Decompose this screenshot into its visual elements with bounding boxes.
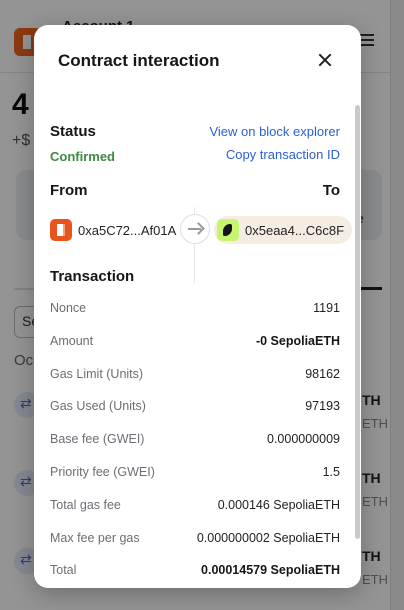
total-label: Total bbox=[50, 563, 77, 577]
nonce-value: 1191 bbox=[313, 301, 340, 315]
gas-used-label: Gas Used (Units) bbox=[50, 399, 146, 413]
base-fee-label: Base fee (GWEI) bbox=[50, 432, 145, 446]
total-gas-fee-value: 0.000146 SepoliaETH bbox=[217, 498, 340, 512]
amount-label: Amount bbox=[50, 334, 94, 348]
from-address: 0xa5C72...Af01A bbox=[78, 222, 177, 238]
max-fee-value: 0.000000002 SepoliaETH bbox=[196, 531, 340, 545]
priority-fee-value: 1.5 bbox=[322, 465, 340, 479]
gas-limit-value: 98162 bbox=[305, 367, 340, 381]
nonce-label: Nonce bbox=[50, 301, 87, 315]
amount-value: -0 SepoliaETH bbox=[255, 334, 340, 348]
metamask-fox-icon bbox=[50, 219, 72, 241]
max-fee-label: Max fee per gas bbox=[50, 531, 140, 545]
copy-transaction-id-link[interactable]: Copy transaction ID bbox=[226, 147, 340, 162]
total-gas-fee-label: Total gas fee bbox=[50, 498, 121, 512]
total-value: 0.00014579 SepoliaETH bbox=[201, 563, 340, 577]
arrow-right-icon bbox=[180, 214, 210, 244]
modal-scrollbar-thumb[interactable] bbox=[355, 105, 360, 539]
to-heading: To bbox=[322, 182, 340, 199]
to-address: 0x5eaa4...C6c8F bbox=[245, 222, 345, 238]
gas-limit-label: Gas Limit (Units) bbox=[50, 367, 144, 381]
token-avatar-icon bbox=[217, 219, 239, 241]
from-heading: From bbox=[50, 182, 88, 199]
priority-fee-label: Priority fee (GWEI) bbox=[50, 465, 155, 479]
from-address-chip[interactable]: 0xa5C72...Af01A bbox=[50, 216, 176, 244]
gas-used-value: 97193 bbox=[305, 399, 340, 413]
to-address-chip[interactable]: 0x5eaa4...C6c8F bbox=[214, 216, 353, 244]
view-block-explorer-link[interactable]: View on block explorer bbox=[209, 124, 340, 139]
base-fee-value: 0.000000009 bbox=[267, 432, 340, 446]
close-button[interactable] bbox=[314, 49, 336, 71]
status-heading: Status bbox=[50, 123, 96, 140]
status-badge: Confirmed bbox=[50, 149, 115, 164]
transaction-heading: Transaction bbox=[50, 268, 135, 285]
transaction-details-modal: Contract interaction Status Confirmed Vi… bbox=[34, 25, 361, 588]
modal-title: Contract interaction bbox=[58, 51, 220, 70]
